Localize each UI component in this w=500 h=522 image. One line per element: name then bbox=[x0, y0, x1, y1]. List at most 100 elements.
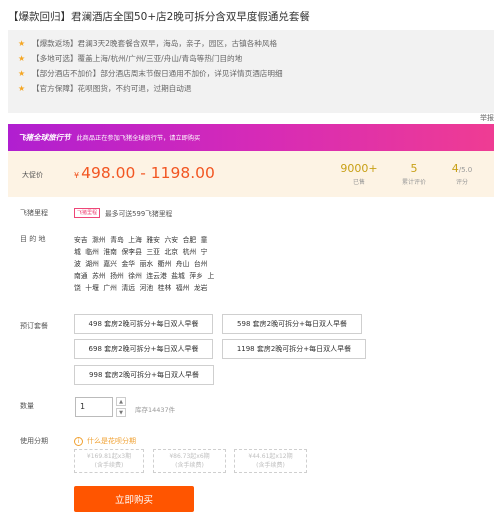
installment-help-text: 什么是花呗分期 bbox=[87, 437, 136, 445]
destination-item[interactable]: 广州 bbox=[103, 284, 117, 292]
destination-item[interactable]: 波 bbox=[74, 260, 81, 268]
installment-help-link[interactable]: i 什么是花呗分期 bbox=[74, 436, 136, 446]
package-option[interactable]: 598 套房2晚可拆分+每日双人早餐 bbox=[222, 314, 362, 334]
installment-fee-note: (含手续费) bbox=[94, 462, 124, 469]
destination-item[interactable]: 萍乡 bbox=[189, 272, 203, 280]
installment-fee-note: (含手续费) bbox=[175, 462, 204, 469]
price-range: ¥498.00 - 1198.00 bbox=[74, 164, 215, 182]
points-label: 飞猪里程 bbox=[20, 209, 48, 217]
destination-item[interactable]: 连云港 bbox=[146, 272, 166, 280]
destination-row: 南通 苏州 扬州 徐州 连云港 盐城 萍乡上 bbox=[74, 270, 219, 280]
destination-item[interactable]: 徐州 bbox=[128, 272, 142, 280]
destination-item[interactable]: 湖州 bbox=[85, 260, 99, 268]
score-number: 4 bbox=[451, 162, 459, 175]
destination-item[interactable]: 临州 bbox=[85, 248, 99, 256]
installment-option[interactable]: ¥86.73起x6期 (含手续费) bbox=[153, 449, 226, 473]
price-label: 大促价 bbox=[22, 171, 43, 179]
destination-item[interactable]: 上 bbox=[207, 272, 214, 280]
destination-item[interactable]: 十堰 bbox=[85, 284, 99, 292]
package-option[interactable]: 498 套房2晚可拆分+每日双人早餐 bbox=[74, 314, 213, 334]
destination-item[interactable]: 安吉 bbox=[74, 236, 88, 244]
destination-item[interactable]: 苏州 bbox=[92, 272, 106, 280]
promo-banner[interactable]: 飞猪全球旅行节 此商品正在参加飞猪全球旅行节，请立即购买 bbox=[8, 124, 494, 151]
chevron-up-icon[interactable]: ▲ bbox=[116, 397, 126, 406]
destination-item[interactable]: 滁州 bbox=[92, 236, 106, 244]
feature-item: ★ 【官方保障】花呗图货，不约可退，过期自动退 bbox=[18, 81, 494, 96]
destination-item[interactable]: 青岛 bbox=[110, 236, 124, 244]
destination-item[interactable]: 上海 bbox=[128, 236, 142, 244]
stock-text: 库存14437件 bbox=[135, 406, 176, 414]
price-value: 498.00 - 1198.00 bbox=[81, 164, 215, 182]
destination-row: 波湖州 嘉兴 金华 丽水 衢州 舟山 台州 bbox=[74, 258, 212, 268]
star-icon: ★ bbox=[18, 84, 26, 93]
info-icon: i bbox=[74, 436, 83, 446]
destination-item[interactable]: 三亚 bbox=[146, 248, 160, 256]
destination-item[interactable]: 清远 bbox=[121, 284, 135, 292]
destination-item[interactable]: 金华 bbox=[121, 260, 135, 268]
sold-label: 已售 bbox=[352, 179, 365, 186]
feature-text: 【官方保障】花呗图货，不约可退，过期自动退 bbox=[32, 84, 192, 93]
destination-item[interactable]: 城 bbox=[74, 248, 81, 256]
destination-item[interactable]: 六安 bbox=[164, 236, 178, 244]
installment-amount: ¥169.81起x3期 bbox=[86, 453, 132, 460]
installment-amount: ¥86.73起x6期 bbox=[169, 453, 210, 460]
destination-item[interactable]: 杭州 bbox=[183, 248, 197, 256]
package-option[interactable]: 698 套房2晚可拆分+每日双人早餐 bbox=[74, 339, 213, 359]
destination-item[interactable]: 雅安 bbox=[146, 236, 160, 244]
destination-item[interactable]: 河池 bbox=[140, 284, 154, 292]
destination-item[interactable]: 桂林 bbox=[158, 284, 172, 292]
feature-list: ★ 【爆款返场】君澜3天2晚套餐含双早，海岛，亲子，园区，古镇各种风格 ★ 【多… bbox=[8, 30, 494, 113]
destination-item[interactable]: 衢州 bbox=[158, 260, 172, 268]
score-label: 评分 bbox=[455, 179, 468, 186]
quantity-input[interactable]: 1 bbox=[75, 397, 113, 417]
destination-row: 安吉 滁州 青岛 上海 雅安 六安 合肥童 bbox=[74, 234, 212, 244]
buy-now-button[interactable]: 立即购买 bbox=[74, 486, 194, 512]
destination-item[interactable]: 饶 bbox=[74, 284, 81, 292]
package-option[interactable]: 998 套房2晚可拆分+每日双人早餐 bbox=[74, 365, 214, 385]
reviews-label: 累计评价 bbox=[401, 179, 426, 186]
score-value: 4/5.0 bbox=[442, 162, 482, 175]
feature-item: ★ 【爆款返场】君澜3天2晚套餐含双早，海岛，亲子，园区，古镇各种风格 bbox=[18, 36, 494, 51]
banner-message: 此商品正在参加飞猪全球旅行节，请立即购买 bbox=[76, 135, 201, 142]
feature-text: 【爆款返场】君澜3天2晚套餐含双早，海岛，亲子，园区，古镇各种风格 bbox=[32, 39, 278, 48]
destination-row: 饶十堰 广州 清远 河池 桂林 福州 龙岩 bbox=[74, 282, 212, 292]
score-stat[interactable]: 4/5.0 评分 bbox=[442, 162, 482, 186]
feature-item: ★ 【多地可选】覆盖上海/杭州/广州/三亚/舟山/青岛等热门目的地 bbox=[18, 51, 494, 66]
package-label: 预订套餐 bbox=[20, 322, 48, 330]
star-icon: ★ bbox=[18, 54, 26, 63]
destination-item[interactable]: 舟山 bbox=[176, 260, 190, 268]
destination-item[interactable]: 宁 bbox=[201, 248, 208, 256]
star-icon: ★ bbox=[18, 39, 26, 48]
points-text: 最多可送599飞猪里程 bbox=[105, 210, 173, 218]
destination-item[interactable]: 合肥 bbox=[183, 236, 197, 244]
currency-symbol: ¥ bbox=[74, 171, 80, 180]
reviews-stat[interactable]: 5 累计评价 bbox=[386, 162, 442, 186]
destination-item[interactable]: 福州 bbox=[176, 284, 190, 292]
score-max: /5.0 bbox=[458, 166, 473, 174]
destination-item[interactable]: 保李县 bbox=[121, 248, 141, 256]
star-icon: ★ bbox=[18, 69, 26, 78]
destination-item[interactable]: 童 bbox=[201, 236, 208, 244]
report-link[interactable]: 举报 bbox=[480, 113, 494, 123]
destination-item[interactable]: 北京 bbox=[164, 248, 178, 256]
destination-label: 目 的 地 bbox=[20, 235, 46, 243]
feature-text: 【多地可选】覆盖上海/杭州/广州/三亚/舟山/青岛等热门目的地 bbox=[32, 54, 243, 63]
package-option[interactable]: 1198 套房2晚可拆分+每日双人早餐 bbox=[222, 339, 366, 359]
quantity-label: 数量 bbox=[20, 402, 34, 410]
chevron-down-icon[interactable]: ▼ bbox=[116, 408, 126, 417]
destination-item[interactable]: 丽水 bbox=[140, 260, 154, 268]
destination-item[interactable]: 台州 bbox=[194, 260, 208, 268]
installment-label: 使用分期 bbox=[20, 437, 48, 445]
installment-option[interactable]: ¥44.61起x12期 (含手续费) bbox=[234, 449, 307, 473]
sold-stat: 9000+ 已售 bbox=[331, 162, 387, 186]
installment-option[interactable]: ¥169.81起x3期 (含手续费) bbox=[74, 449, 144, 473]
destination-item[interactable]: 淮南 bbox=[103, 248, 117, 256]
destination-item[interactable]: 南通 bbox=[74, 272, 88, 280]
product-title: 【爆款回归】君澜酒店全国50+店2晚可拆分含双早度假通兑套餐 bbox=[8, 11, 310, 23]
destination-item[interactable]: 盐城 bbox=[171, 272, 185, 280]
destination-row: 城临州 淮南 保李县 三亚 北京 杭州宁 bbox=[74, 246, 212, 256]
destination-item[interactable]: 嘉兴 bbox=[103, 260, 117, 268]
destination-item[interactable]: 扬州 bbox=[110, 272, 124, 280]
feature-text: 【部分酒店不加价】部分酒店周末节假日通用不加价，详见详情页酒店明细 bbox=[32, 69, 283, 78]
destination-item[interactable]: 龙岩 bbox=[194, 284, 208, 292]
